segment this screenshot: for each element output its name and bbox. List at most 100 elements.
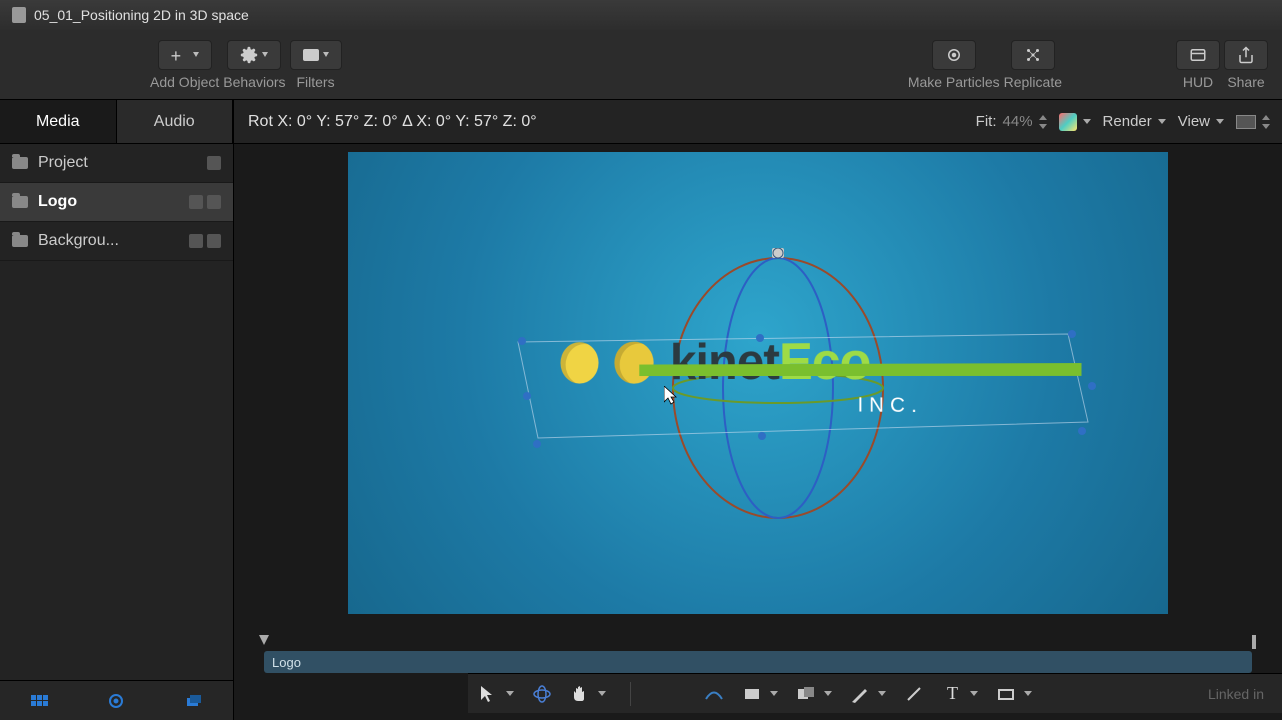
hud-label: HUD bbox=[1183, 74, 1213, 90]
fit-control[interactable]: Fit: 44% bbox=[976, 113, 1047, 130]
layer-name: Project bbox=[38, 154, 207, 172]
chevron-down-icon bbox=[193, 52, 199, 57]
mask-tool[interactable] bbox=[796, 684, 816, 704]
chevron-down-icon[interactable] bbox=[824, 691, 832, 696]
chevron-down-icon[interactable] bbox=[970, 691, 978, 696]
viewport[interactable]: kinetEco INC. Logo bbox=[234, 144, 1282, 713]
main-area: Project Logo Backgrou... bbox=[0, 144, 1282, 713]
project-title: 05_01_Positioning 2D in 3D space bbox=[34, 7, 249, 23]
main-toolbar: + Add Object Behaviors Filters bbox=[0, 30, 1282, 100]
hud-button[interactable] bbox=[1176, 40, 1220, 70]
particles-icon bbox=[945, 46, 963, 64]
playhead-out-marker[interactable] bbox=[1252, 635, 1256, 649]
share-label: Share bbox=[1227, 74, 1264, 90]
globe-icon bbox=[614, 341, 653, 383]
separator bbox=[630, 682, 631, 706]
globe-icon bbox=[560, 342, 598, 384]
channel-box-icon bbox=[1236, 115, 1256, 129]
layer-name: Logo bbox=[38, 193, 189, 211]
sidebar-tabs: Media Audio bbox=[0, 100, 234, 143]
timeline-track[interactable]: Logo bbox=[264, 651, 1252, 673]
link-icon[interactable] bbox=[207, 234, 221, 248]
chevron-down-icon[interactable] bbox=[878, 691, 886, 696]
transform-3d-tool[interactable] bbox=[532, 684, 552, 704]
text-tool[interactable]: T bbox=[942, 684, 962, 704]
folder-icon bbox=[12, 235, 28, 247]
link-icon[interactable] bbox=[207, 195, 221, 209]
chevron-down-icon[interactable] bbox=[506, 691, 514, 696]
channel-box-dropdown[interactable] bbox=[1236, 115, 1270, 129]
tab-media[interactable]: Media bbox=[0, 100, 117, 143]
curve-tool[interactable] bbox=[704, 684, 724, 704]
layer-name: Backgrou... bbox=[38, 232, 189, 250]
layer-item-logo[interactable]: Logo bbox=[0, 183, 233, 222]
view-label: View bbox=[1178, 113, 1210, 130]
brush-tool[interactable] bbox=[904, 684, 924, 704]
add-object-label: Add Object bbox=[150, 74, 219, 90]
logo-accent-bar bbox=[639, 363, 1081, 376]
lock-icon[interactable] bbox=[189, 195, 203, 209]
selection-handle[interactable] bbox=[523, 392, 531, 400]
settings-icon[interactable] bbox=[106, 691, 126, 711]
layers-icon[interactable] bbox=[184, 691, 204, 711]
viewport-controls: Fit: 44% Render View bbox=[964, 113, 1282, 131]
canvas-toolbar: T Linked in bbox=[468, 673, 1282, 713]
selection-handle[interactable] bbox=[1078, 427, 1086, 435]
filters-label: Filters bbox=[296, 74, 334, 90]
chevron-down-icon[interactable] bbox=[598, 691, 606, 696]
selection-handle[interactable] bbox=[1088, 382, 1096, 390]
layer-item-background[interactable]: Backgrou... bbox=[0, 222, 233, 261]
filters-icon bbox=[303, 49, 319, 61]
lock-icon[interactable] bbox=[189, 234, 203, 248]
replicate-label: Replicate bbox=[1004, 74, 1062, 90]
layer-item-project[interactable]: Project bbox=[0, 144, 233, 183]
rotation-readout: Rot X: 0° Y: 57° Z: 0° Δ X: 0° Y: 57° Z:… bbox=[234, 113, 964, 131]
track-label: Logo bbox=[272, 655, 301, 670]
tab-audio[interactable]: Audio bbox=[117, 100, 234, 143]
info-bar: Media Audio Rot X: 0° Y: 57° Z: 0° Δ X: … bbox=[0, 100, 1282, 144]
plus-icon: + bbox=[171, 46, 189, 64]
share-button[interactable] bbox=[1224, 40, 1268, 70]
logo-object[interactable]: kinetEco INC. bbox=[560, 329, 1081, 426]
folder-icon bbox=[12, 157, 28, 169]
chevron-down-icon bbox=[1158, 119, 1166, 124]
chevron-down-icon bbox=[262, 52, 268, 57]
stepper-icon bbox=[1262, 115, 1270, 129]
pan-tool[interactable] bbox=[570, 684, 590, 704]
filters-button[interactable] bbox=[290, 40, 342, 70]
view-dropdown[interactable]: View bbox=[1178, 113, 1224, 130]
pen-tool[interactable] bbox=[850, 684, 870, 704]
canvas[interactable]: kinetEco INC. bbox=[348, 152, 1168, 614]
render-label: Render bbox=[1103, 113, 1152, 130]
rectangle-tool[interactable] bbox=[742, 684, 762, 704]
color-swatch-icon bbox=[1059, 113, 1077, 131]
behaviors-button[interactable] bbox=[227, 40, 281, 70]
chevron-down-icon[interactable] bbox=[770, 691, 778, 696]
selection-handle[interactable] bbox=[518, 337, 526, 345]
replicate-button[interactable] bbox=[1011, 40, 1055, 70]
select-tool[interactable] bbox=[478, 684, 498, 704]
add-object-button[interactable]: + bbox=[158, 40, 212, 70]
share-icon bbox=[1237, 46, 1255, 64]
selection-handle[interactable] bbox=[758, 432, 766, 440]
grid-icon[interactable] bbox=[29, 691, 49, 711]
folder-icon bbox=[12, 196, 28, 208]
playhead-in-marker[interactable] bbox=[259, 635, 269, 649]
fit-label: Fit: bbox=[976, 113, 997, 130]
make-particles-button[interactable] bbox=[932, 40, 976, 70]
behaviors-label: Behaviors bbox=[223, 74, 285, 90]
logo-text-secondary: Eco bbox=[779, 331, 870, 392]
chevron-down-icon bbox=[1216, 119, 1224, 124]
logo-text-primary: kinet bbox=[670, 332, 779, 392]
chevron-down-icon[interactable] bbox=[1024, 691, 1032, 696]
gear-icon bbox=[240, 46, 258, 64]
document-icon bbox=[12, 7, 26, 23]
render-dropdown[interactable]: Render bbox=[1103, 113, 1166, 130]
link-icon[interactable] bbox=[207, 156, 221, 170]
chevron-down-icon bbox=[1083, 119, 1091, 124]
watermark-text: Linked in bbox=[1208, 686, 1264, 702]
color-channel-dropdown[interactable] bbox=[1059, 113, 1091, 131]
shape-tool[interactable] bbox=[996, 684, 1016, 704]
make-particles-label: Make Particles bbox=[908, 74, 1000, 90]
selection-handle[interactable] bbox=[533, 440, 541, 448]
